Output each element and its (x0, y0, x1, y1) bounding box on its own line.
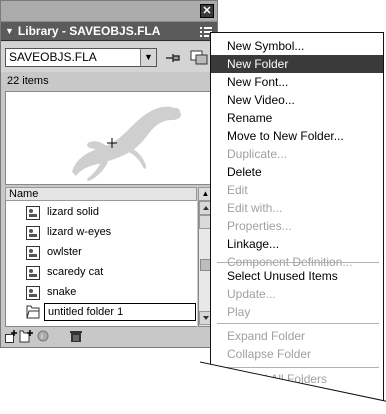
symbol-preview-area (5, 91, 213, 185)
library-item-label: lizard solid (47, 206, 99, 218)
menu-item-new-video[interactable]: New Video... (211, 91, 383, 109)
menu-item-delete[interactable]: Delete (211, 163, 383, 181)
menu-item-select-unused-items[interactable]: Select Unused Items (211, 267, 383, 285)
document-row: SAVEOBJS.FLA ▼ (1, 42, 217, 72)
menu-item-update[interactable]: Update... (211, 285, 383, 303)
library-panel: ✕ ▼ Library - SAVEOBJS.FLA SAVEOBJS.FLA ▼… (0, 0, 218, 348)
library-item[interactable]: snake (6, 283, 197, 303)
menu-item-duplicate[interactable]: Duplicate... (211, 145, 383, 163)
new-library-panel-icon[interactable] (190, 50, 208, 65)
menu-item-rename[interactable]: Rename (211, 109, 383, 127)
library-title: Library - SAVEOBJS.FLA (17, 24, 161, 38)
graphic-symbol-icon (26, 246, 40, 260)
chevron-down-icon[interactable]: ▼ (140, 49, 156, 66)
item-count: 22 items (7, 75, 49, 87)
library-item[interactable]: scaredy cat (6, 263, 197, 283)
library-item-label: snake (47, 286, 77, 298)
menu-separator (217, 262, 379, 263)
pin-library-icon[interactable] (164, 51, 182, 65)
collapse-arrow-icon[interactable]: ▼ (5, 22, 14, 41)
menu-item-new-symbol[interactable]: New Symbol... (211, 37, 383, 55)
menu-item-linkage[interactable]: Linkage... (211, 235, 383, 253)
svg-text:i: i (41, 332, 43, 341)
library-item-label: owlster (47, 246, 82, 258)
properties-icon[interactable]: i (37, 330, 49, 342)
menu-item-move-to-new-folder[interactable]: Move to New Folder... (211, 127, 383, 145)
folder-name-input[interactable]: untitled folder 1 (44, 303, 196, 321)
document-select-value: SAVEOBJS.FLA (9, 50, 97, 64)
close-icon[interactable]: ✕ (200, 4, 214, 18)
graphic-symbol-icon (26, 206, 40, 220)
torn-edge-overlay (200, 361, 386, 414)
folder-icon (26, 305, 40, 319)
menu-item-properties[interactable]: Properties... (211, 217, 383, 235)
menu-item-play[interactable]: Play (211, 303, 383, 321)
menu-item-edit-with[interactable]: Edit with... (211, 199, 383, 217)
name-column-header[interactable]: Name (5, 187, 197, 201)
graphic-symbol-icon (26, 286, 40, 300)
trash-icon[interactable] (69, 330, 83, 343)
library-title-bar[interactable]: ▼ Library - SAVEOBJS.FLA (1, 21, 217, 41)
library-item-list: lizard solid lizard w-eyes owlster scare… (5, 201, 197, 327)
library-bottom-toolbar: i (1, 328, 217, 347)
menu-item-expand-folder[interactable]: Expand Folder (211, 327, 383, 345)
graphic-symbol-icon (26, 266, 40, 280)
library-item[interactable]: lizard solid (6, 203, 197, 223)
library-item[interactable]: owlster (6, 243, 197, 263)
new-folder-icon[interactable] (19, 330, 33, 343)
menu-item-edit[interactable]: Edit (211, 181, 383, 199)
library-item-label: scaredy cat (47, 266, 104, 278)
panel-top-strip: ✕ (1, 1, 217, 21)
library-item-label: lizard w-eyes (47, 226, 112, 238)
library-item-folder[interactable]: untitled folder 1 (6, 302, 197, 322)
library-item[interactable]: lizard w-eyes (6, 223, 197, 243)
menu-item-new-font[interactable]: New Font... (211, 73, 383, 91)
library-options-menu: New Symbol... New Folder New Font... New… (210, 32, 384, 414)
menu-item-new-folder[interactable]: New Folder (211, 55, 383, 73)
graphic-symbol-icon (26, 226, 40, 240)
new-symbol-icon[interactable] (5, 330, 17, 343)
menu-separator (217, 323, 379, 324)
document-select[interactable]: SAVEOBJS.FLA ▼ (5, 48, 157, 67)
lizard-preview-graphic (72, 106, 182, 181)
